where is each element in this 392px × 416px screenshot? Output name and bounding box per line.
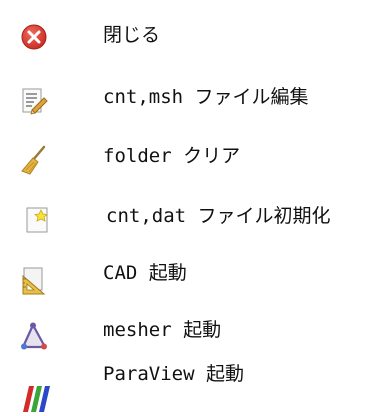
broom-icon <box>21 145 46 175</box>
mesher-triangle-icon <box>21 322 47 350</box>
cad-drafting-icon <box>22 267 46 295</box>
menu-item-label: cnt,msh ファイル編集 <box>103 86 309 108</box>
menu-item-cad-launch[interactable]: CAD 起動 <box>0 255 392 295</box>
menu-item-init-files[interactable]: cnt,dat ファイル初期化 <box>0 196 392 236</box>
menu-item-label: mesher 起動 <box>103 319 222 341</box>
menu-item-edit-files[interactable]: cnt,msh ファイル編集 <box>0 77 392 117</box>
menu-item-label: cnt,dat ファイル初期化 <box>106 205 331 227</box>
paraview-icon <box>23 386 50 412</box>
menu-item-paraview-launch[interactable]: ParaView 起動 <box>0 363 392 412</box>
menu-item-folder-clear[interactable]: folder クリア <box>0 138 392 178</box>
menu-item-label: folder クリア <box>103 145 241 167</box>
menu-item-label: ParaView 起動 <box>103 363 244 385</box>
edit-document-icon <box>22 88 48 115</box>
close-icon <box>21 24 47 50</box>
menu-item-label: 閉じる <box>103 24 161 46</box>
menu-item-close[interactable]: 閉じる <box>0 18 392 58</box>
new-document-icon <box>26 207 48 233</box>
menu-item-mesher-launch[interactable]: mesher 起動 <box>0 313 392 353</box>
menu-item-label: CAD 起動 <box>103 262 187 284</box>
